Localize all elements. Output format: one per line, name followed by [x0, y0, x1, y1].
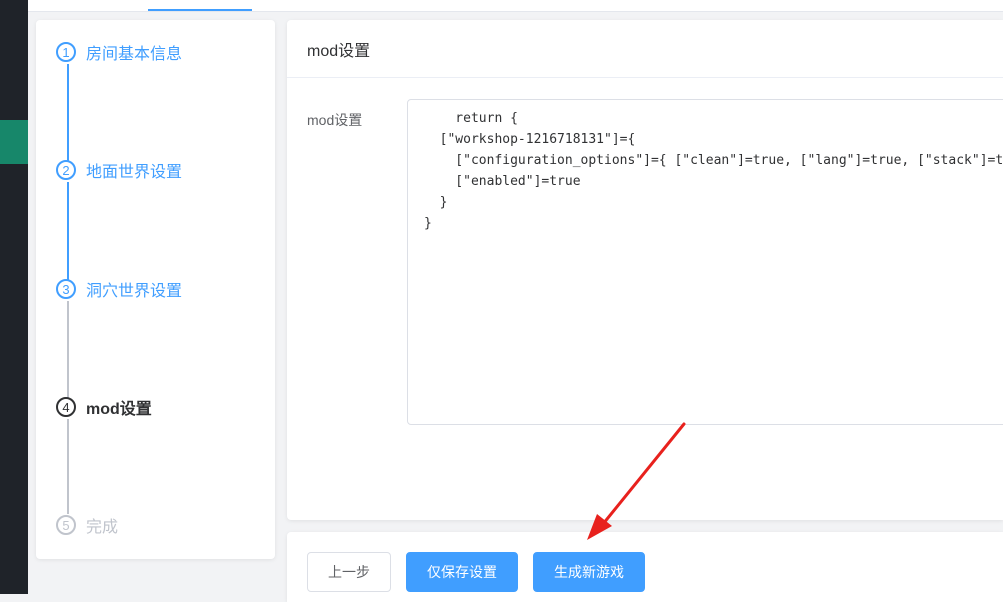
mod-config-textarea[interactable]: return { ["workshop-1216718131"]={ ["con…	[407, 99, 1003, 425]
app-sidebar	[0, 0, 28, 594]
step-connector-2	[67, 182, 69, 289]
steps-panel: 1 房间基本信息 2 地面世界设置 3 洞穴世界设置 4 mod设置 5 完成	[36, 20, 275, 559]
step-finish[interactable]: 5 完成	[56, 513, 118, 537]
step-number: 5	[56, 515, 76, 535]
step-label: 完成	[86, 519, 119, 536]
step-label: 洞穴世界设置	[86, 283, 183, 300]
active-tab-indicator	[148, 9, 252, 11]
step-ground-world[interactable]: 2 地面世界设置	[56, 158, 182, 182]
card-title: mod设置	[287, 20, 1003, 78]
step-label: 房间基本信息	[86, 46, 183, 63]
step-number: 4	[56, 397, 76, 417]
step-number: 3	[56, 279, 76, 299]
step-number: 1	[56, 42, 76, 62]
action-bar: 上一步 仅保存设置 生成新游戏	[287, 532, 1003, 602]
step-room-info[interactable]: 1 房间基本信息	[56, 40, 182, 64]
prev-step-button[interactable]: 上一步	[307, 552, 391, 592]
step-mod-settings[interactable]: 4 mod设置	[56, 395, 152, 419]
step-connector-1	[67, 64, 69, 170]
step-label: 地面世界设置	[86, 164, 183, 181]
save-settings-button[interactable]: 仅保存设置	[406, 552, 518, 592]
step-number: 2	[56, 160, 76, 180]
step-connector-4	[67, 419, 69, 514]
mod-config-label: mod设置	[307, 112, 363, 128]
top-tab-bar	[28, 0, 1003, 12]
step-cave-world[interactable]: 3 洞穴世界设置	[56, 277, 182, 301]
step-label: mod设置	[86, 401, 152, 418]
mod-settings-card: mod设置 mod设置 return { ["workshop-12167181…	[287, 20, 1003, 520]
generate-game-button[interactable]: 生成新游戏	[533, 552, 645, 592]
step-connector-3	[67, 301, 69, 407]
sidebar-active-item[interactable]	[0, 120, 28, 164]
